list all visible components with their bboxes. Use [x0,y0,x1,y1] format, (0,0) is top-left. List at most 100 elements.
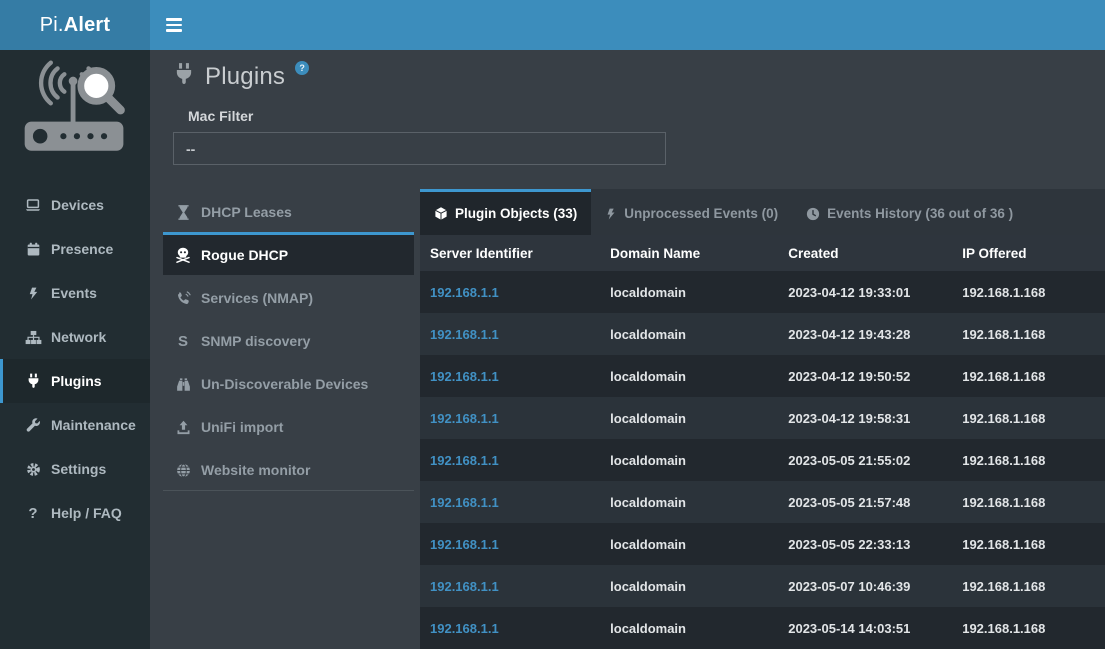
table-cell: 2023-04-12 19:50:52 [778,355,952,397]
s-icon: S [173,333,193,350]
app-logo[interactable]: Pi.Alert [0,0,150,50]
server-identifier-link[interactable]: 192.168.1.1 [420,565,600,607]
tab-unprocessed-events[interactable]: Unprocessed Events (0) [591,189,792,235]
plugin-nav: DHCP Leases Rogue DHCP Services (NMAP) S… [163,189,414,491]
table-row: 192.168.1.1localdomain2023-04-12 19:50:5… [420,355,1105,397]
table-row: 192.168.1.1localdomain2023-04-12 19:33:0… [420,271,1105,313]
tab-events-history[interactable]: Events History (36 out of 36 ) [792,189,1027,235]
plug-icon [173,62,195,91]
plug-icon [23,373,43,389]
router-search-logo [15,59,135,165]
server-identifier-link[interactable]: 192.168.1.1 [420,355,600,397]
table-cell: 2023-05-05 21:55:02 [778,439,952,481]
table-cell: 192.168.1.168 [952,565,1105,607]
sidebar-item-help-faq[interactable]: ? Help / FAQ [0,491,150,535]
sidebar-menu: Devices Presence Events Network Plugins … [0,183,150,535]
plugin-nav-item-rogue-dhcp[interactable]: Rogue DHCP [163,232,414,275]
table-cell: localdomain [600,397,778,439]
cube-icon [434,206,448,221]
table-row: 192.168.1.1localdomain2023-04-12 19:43:2… [420,313,1105,355]
table-row: 192.168.1.1localdomain2023-05-05 21:57:4… [420,481,1105,523]
sidebar-item-settings[interactable]: Settings [0,447,150,491]
table-cell: 2023-05-14 14:03:51 [778,607,952,649]
plugin-nav-item-dhcp-leases[interactable]: DHCP Leases [163,189,414,232]
table-cell: 192.168.1.168 [952,355,1105,397]
table-cell: 192.168.1.168 [952,313,1105,355]
tab-plugin-objects[interactable]: Plugin Objects (33) [420,189,591,235]
clock-icon [806,207,820,221]
table-row: 192.168.1.1localdomain2023-05-07 10:46:3… [420,565,1105,607]
sidebar-toggle-button[interactable] [150,18,198,32]
table-cell: 2023-05-05 22:33:13 [778,523,952,565]
table-row: 192.168.1.1localdomain2023-04-12 19:58:3… [420,397,1105,439]
gear-icon [23,462,43,477]
bolt-icon [23,286,43,301]
table-cell: localdomain [600,271,778,313]
calendar-icon [23,242,43,257]
table-cell: 2023-04-12 19:33:01 [778,271,952,313]
plugin-nav-item-snmp-discovery[interactable]: S SNMP discovery [163,318,414,361]
main-content: Plugins ? Mac Filter DHCP Leases Rogue D… [150,50,1105,649]
plugin-nav-item-undiscoverable-devices[interactable]: Un-Discoverable Devices [163,361,414,404]
table-cell: localdomain [600,439,778,481]
wrench-icon [23,418,43,433]
server-identifier-link[interactable]: 192.168.1.1 [420,523,600,565]
sidebar-item-maintenance[interactable]: Maintenance [0,403,150,447]
table-header-row: Server Identifier Domain Name Created IP… [420,235,1105,271]
binoculars-icon [173,377,193,392]
table-row: 192.168.1.1localdomain2023-05-14 14:03:5… [420,607,1105,649]
top-bar: Pi.Alert [0,0,1105,50]
table-cell: 192.168.1.168 [952,397,1105,439]
table-cell: localdomain [600,481,778,523]
sidebar: Devices Presence Events Network Plugins … [0,50,150,649]
hourglass-icon [173,205,193,220]
table-cell: 2023-04-12 19:58:31 [778,397,952,439]
skull-crossbones-icon [173,247,193,263]
plugin-nav-item-website-monitor[interactable]: Website monitor [163,447,414,490]
plugin-nav-item-services-nmap[interactable]: Services (NMAP) [163,275,414,318]
sidebar-item-devices[interactable]: Devices [0,183,150,227]
server-identifier-link[interactable]: 192.168.1.1 [420,439,600,481]
table-cell: 2023-05-07 10:46:39 [778,565,952,607]
sitemap-icon [23,330,43,345]
globe-icon [173,463,193,478]
server-identifier-link[interactable]: 192.168.1.1 [420,313,600,355]
table-cell: localdomain [600,355,778,397]
column-header-ip-offered[interactable]: IP Offered [952,235,1105,271]
laptop-icon [23,197,43,213]
table-cell: 2023-04-12 19:43:28 [778,313,952,355]
table-cell: 192.168.1.168 [952,271,1105,313]
table-cell: localdomain [600,565,778,607]
table-cell: 2023-05-05 21:57:48 [778,481,952,523]
sidebar-item-events[interactable]: Events [0,271,150,315]
help-badge[interactable]: ? [295,61,309,75]
server-identifier-link[interactable]: 192.168.1.1 [420,481,600,523]
sidebar-item-plugins[interactable]: Plugins [0,359,150,403]
table-cell: 192.168.1.168 [952,607,1105,649]
server-identifier-link[interactable]: 192.168.1.1 [420,271,600,313]
mac-filter-label: Mac Filter [188,108,1105,124]
plugin-objects-table: Server Identifier Domain Name Created IP… [420,235,1105,649]
plugin-panel: Plugin Objects (33) Unprocessed Events (… [420,189,1105,649]
tab-bar: Plugin Objects (33) Unprocessed Events (… [420,189,1105,235]
table-cell: localdomain [600,313,778,355]
mac-filter-input[interactable] [173,132,666,165]
navbar [150,0,1105,50]
table-cell: 192.168.1.168 [952,523,1105,565]
table-cell: 192.168.1.168 [952,439,1105,481]
column-header-server-identifier[interactable]: Server Identifier [420,235,600,271]
table-row: 192.168.1.1localdomain2023-05-05 21:55:0… [420,439,1105,481]
sidebar-item-presence[interactable]: Presence [0,227,150,271]
table-row: 192.168.1.1localdomain2023-05-05 22:33:1… [420,523,1105,565]
plugin-nav-item-unifi-import[interactable]: UniFi import [163,404,414,447]
server-identifier-link[interactable]: 192.168.1.1 [420,397,600,439]
upload-icon [173,420,193,435]
plugin-table-body: 192.168.1.1localdomain2023-04-12 19:33:0… [420,271,1105,649]
question-icon: ? [23,505,43,522]
column-header-domain-name[interactable]: Domain Name [600,235,778,271]
table-cell: localdomain [600,607,778,649]
column-header-created[interactable]: Created [778,235,952,271]
sidebar-item-network[interactable]: Network [0,315,150,359]
server-identifier-link[interactable]: 192.168.1.1 [420,607,600,649]
bolt-icon [605,207,617,221]
